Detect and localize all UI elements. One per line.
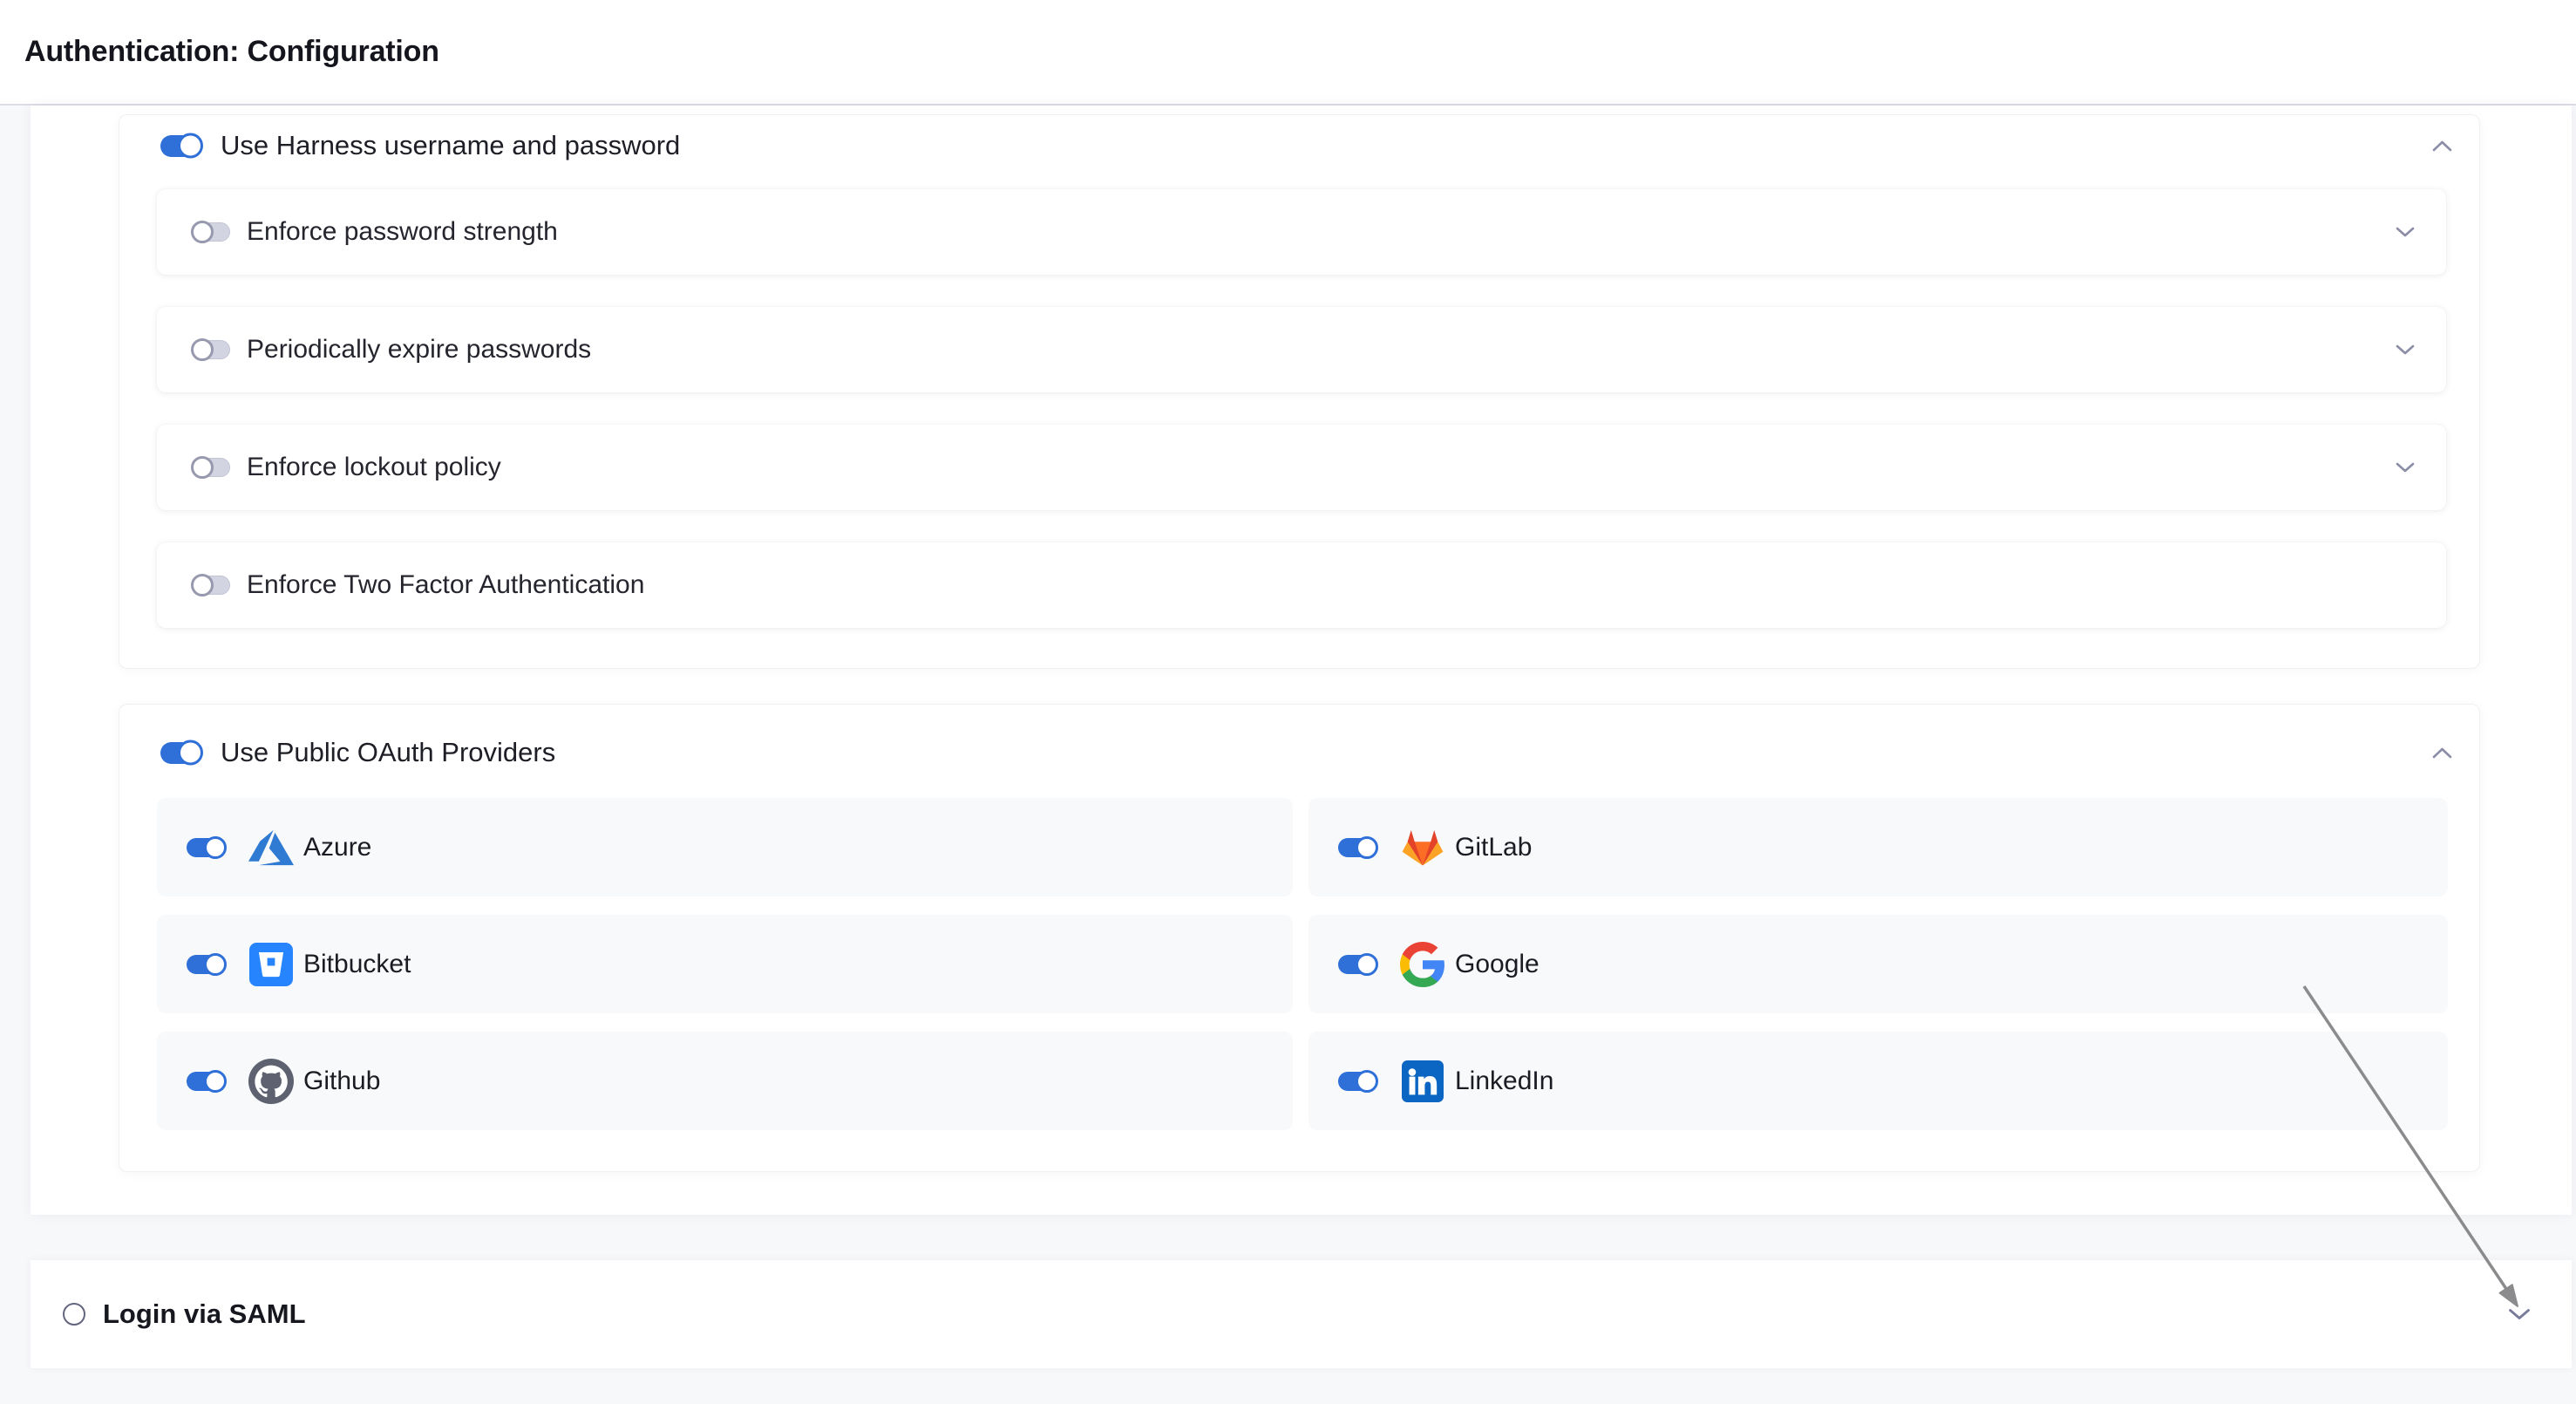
chevron-down-icon[interactable] bbox=[2396, 344, 2415, 355]
page-header: Authentication: Configuration bbox=[0, 0, 2576, 106]
password-strength-toggle[interactable] bbox=[192, 222, 230, 242]
oauth-providers-card: Use Public OAuth Providers Azure bbox=[119, 704, 2480, 1172]
auth-settings-panel: Use Harness username and password Enforc… bbox=[31, 106, 2572, 1215]
toggle-knob bbox=[204, 1070, 227, 1093]
harness-card-header: Use Harness username and password bbox=[119, 115, 2479, 161]
harness-card-label: Use Harness username and password bbox=[221, 130, 680, 161]
security-settings-list: Enforce password strength Periodically e… bbox=[157, 189, 2446, 628]
chevron-up-icon[interactable] bbox=[2432, 747, 2452, 759]
oauth-provider-grid: Azure GitLab bbox=[157, 798, 2446, 1130]
harness-login-card: Use Harness username and password Enforc… bbox=[119, 114, 2480, 669]
provider-tile-google: Google bbox=[1308, 915, 2448, 1013]
toggle-knob bbox=[1356, 1070, 1378, 1093]
toggle-knob bbox=[178, 740, 203, 766]
provider-label: Azure bbox=[303, 833, 371, 862]
row-enforce-two-factor-authentication[interactable]: Enforce Two Factor Authentication bbox=[157, 542, 2446, 628]
github-icon bbox=[248, 1058, 295, 1105]
toggle-knob bbox=[204, 953, 227, 976]
oauth-providers-toggle[interactable] bbox=[160, 742, 201, 764]
google-icon bbox=[1399, 941, 1446, 988]
lockout-policy-toggle[interactable] bbox=[192, 458, 230, 477]
row-label: Enforce Two Factor Authentication bbox=[247, 570, 644, 600]
provider-tile-azure: Azure bbox=[157, 798, 1293, 896]
provider-label: GitLab bbox=[1455, 833, 1532, 862]
oauth-card-label: Use Public OAuth Providers bbox=[221, 737, 555, 768]
gitlab-icon bbox=[1399, 824, 1446, 871]
oauth-card-header: Use Public OAuth Providers bbox=[119, 705, 2479, 768]
saml-radio-button[interactable] bbox=[63, 1303, 85, 1326]
provider-tile-bitbucket: Bitbucket bbox=[157, 915, 1293, 1013]
two-factor-toggle[interactable] bbox=[192, 576, 230, 595]
toggle-knob bbox=[191, 574, 214, 596]
toggle-knob bbox=[191, 338, 214, 361]
provider-tile-gitlab: GitLab bbox=[1308, 798, 2448, 896]
saml-label: Login via SAML bbox=[103, 1298, 306, 1330]
saml-section[interactable]: Login via SAML bbox=[31, 1260, 2572, 1368]
toggle-knob bbox=[178, 133, 203, 159]
row-label: Enforce lockout policy bbox=[247, 453, 501, 482]
google-toggle[interactable] bbox=[1338, 955, 1376, 974]
linkedin-icon bbox=[1399, 1058, 1446, 1105]
page-title: Authentication: Configuration bbox=[24, 35, 439, 69]
linkedin-toggle[interactable] bbox=[1338, 1072, 1376, 1091]
toggle-knob bbox=[1356, 836, 1378, 859]
toggle-knob bbox=[204, 836, 227, 859]
gitlab-toggle[interactable] bbox=[1338, 838, 1376, 857]
chevron-up-icon[interactable] bbox=[2432, 140, 2452, 152]
row-label: Periodically expire passwords bbox=[247, 335, 591, 365]
toggle-knob bbox=[191, 221, 214, 243]
azure-icon bbox=[248, 824, 295, 871]
azure-toggle[interactable] bbox=[187, 838, 225, 857]
provider-label: LinkedIn bbox=[1455, 1067, 1553, 1096]
bitbucket-toggle[interactable] bbox=[187, 955, 225, 974]
row-label: Enforce password strength bbox=[247, 217, 558, 247]
chevron-down-icon[interactable] bbox=[2396, 462, 2415, 473]
github-toggle[interactable] bbox=[187, 1072, 225, 1091]
row-enforce-password-strength[interactable]: Enforce password strength bbox=[157, 189, 2446, 275]
provider-label: Bitbucket bbox=[303, 950, 411, 979]
provider-tile-github: Github bbox=[157, 1032, 1293, 1130]
chevron-down-icon[interactable] bbox=[2396, 227, 2415, 237]
provider-label: Google bbox=[1455, 950, 1539, 979]
provider-tile-linkedin: LinkedIn bbox=[1308, 1032, 2448, 1130]
toggle-knob bbox=[191, 456, 214, 479]
provider-label: Github bbox=[303, 1067, 380, 1096]
row-periodically-expire-passwords[interactable]: Periodically expire passwords bbox=[157, 307, 2446, 392]
harness-login-toggle[interactable] bbox=[160, 135, 201, 157]
expire-passwords-toggle[interactable] bbox=[192, 340, 230, 359]
authentication-configuration-page: Authentication: Configuration Use Harnes… bbox=[0, 0, 2576, 1404]
row-enforce-lockout-policy[interactable]: Enforce lockout policy bbox=[157, 425, 2446, 510]
chevron-down-icon[interactable] bbox=[2508, 1308, 2531, 1320]
toggle-knob bbox=[1356, 953, 1378, 976]
bitbucket-icon bbox=[248, 941, 295, 988]
